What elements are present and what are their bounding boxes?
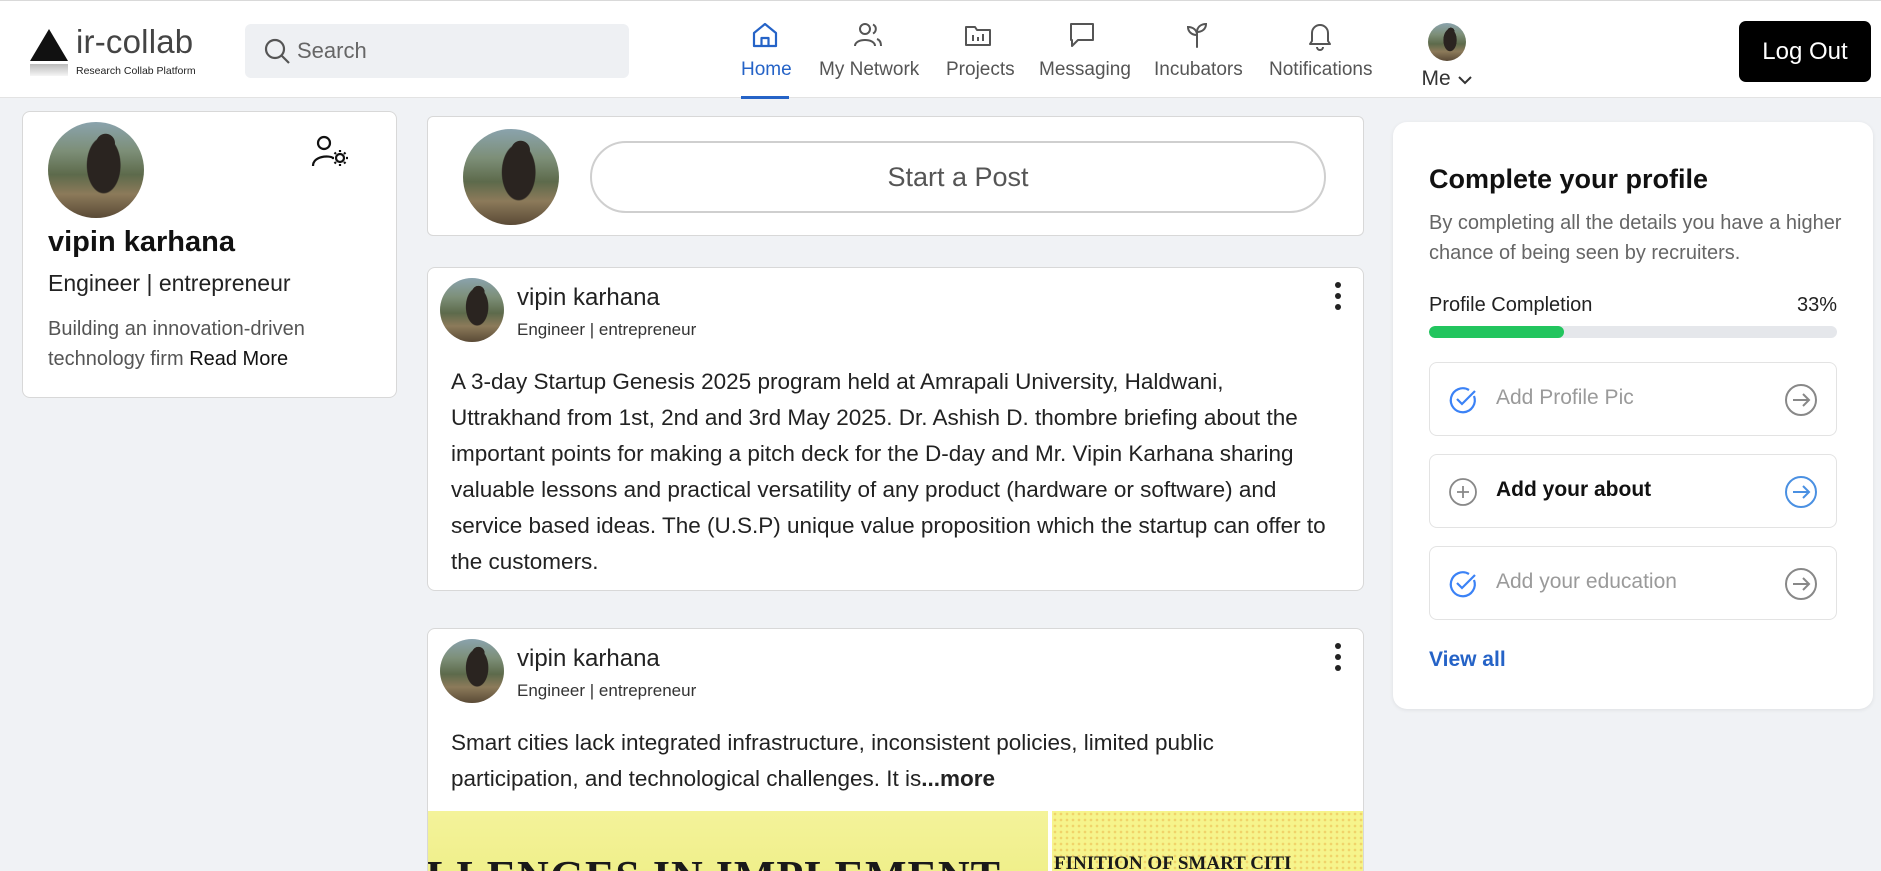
profile-title: Engineer | entrepreneur bbox=[48, 270, 291, 296]
me-menu[interactable]: Me bbox=[1417, 23, 1477, 99]
complete-profile-card: Complete your profile By completing all … bbox=[1393, 122, 1873, 709]
post-author-avatar[interactable] bbox=[440, 639, 504, 703]
item-label: Add your education bbox=[1496, 570, 1677, 593]
post-text: Smart cities lack integrated infrastruct… bbox=[451, 725, 1331, 797]
arrow-right-circle-icon[interactable] bbox=[1784, 383, 1818, 417]
more-options-icon[interactable] bbox=[1331, 282, 1345, 316]
post-image[interactable]: LLENGES IN IMPLEMENT bbox=[428, 811, 1048, 871]
nav-home[interactable]: Home bbox=[741, 19, 792, 99]
nav-projects-label: Projects bbox=[946, 59, 1015, 80]
me-label: Me bbox=[1417, 67, 1477, 91]
me-avatar bbox=[1428, 23, 1466, 61]
view-all-link[interactable]: View all bbox=[1429, 648, 1506, 672]
post-composer: Start a Post bbox=[427, 116, 1364, 236]
progress-label: Profile Completion bbox=[1429, 294, 1593, 316]
progress-percent: 33% bbox=[1796, 294, 1837, 316]
nav-my-network-label: My Network bbox=[819, 59, 920, 80]
nav-notifications[interactable]: Notifications bbox=[1269, 19, 1373, 99]
nav-messaging[interactable]: Messaging bbox=[1039, 19, 1131, 99]
post-image-text: FINITION OF SMART CITI bbox=[1054, 853, 1292, 871]
nav-messaging-label: Messaging bbox=[1039, 59, 1131, 80]
post-image[interactable]: FINITION OF SMART CITI bbox=[1052, 811, 1363, 871]
nav-incubators-label: Incubators bbox=[1154, 59, 1243, 80]
profile-bio: Building an innovation-driven technology… bbox=[48, 314, 378, 374]
nav-home-label: Home bbox=[741, 59, 792, 80]
add-education-item[interactable]: Add your education bbox=[1429, 546, 1837, 620]
user-settings-icon[interactable] bbox=[311, 134, 351, 170]
post-author-subtitle: Engineer | entrepreneur bbox=[517, 681, 697, 700]
logout-button[interactable]: Log Out bbox=[1739, 21, 1871, 82]
chat-icon bbox=[1070, 23, 1094, 47]
progress-bar-fill bbox=[1429, 326, 1564, 338]
nav-notifications-label: Notifications bbox=[1269, 59, 1373, 80]
more-options-icon[interactable] bbox=[1331, 643, 1345, 677]
post-author-name[interactable]: vipin karhana bbox=[517, 284, 660, 312]
users-icon bbox=[854, 23, 882, 47]
progress-bar bbox=[1429, 326, 1837, 338]
item-label: Add your about bbox=[1496, 478, 1652, 501]
check-circle-icon bbox=[1449, 387, 1476, 414]
plus-circle-icon bbox=[1449, 478, 1477, 506]
read-more-link[interactable]: Read More bbox=[189, 348, 288, 370]
nav-incubators[interactable]: Incubators bbox=[1154, 19, 1243, 99]
post-author-avatar[interactable] bbox=[440, 278, 504, 342]
start-post-button[interactable]: Start a Post bbox=[590, 141, 1326, 213]
search-icon bbox=[264, 38, 290, 64]
post-author-name[interactable]: vipin karhana bbox=[517, 645, 660, 673]
app-logo[interactable]: ir-collab Research Collab Platform bbox=[30, 23, 200, 81]
avatar[interactable] bbox=[48, 122, 144, 218]
bell-icon bbox=[1309, 24, 1331, 51]
folder-icon bbox=[965, 26, 991, 46]
complete-profile-description: By completing all the details you have a… bbox=[1429, 212, 1842, 264]
feed-post: vipin karhana Engineer | entrepreneur Sm… bbox=[427, 628, 1364, 871]
nav-my-network[interactable]: My Network bbox=[819, 19, 920, 99]
post-text: A 3-day Startup Genesis 2025 program hel… bbox=[451, 369, 1326, 574]
logo-triangle-icon bbox=[30, 29, 68, 61]
logo-reflection bbox=[30, 64, 68, 76]
search-input[interactable] bbox=[297, 24, 617, 78]
sprout-icon bbox=[1186, 22, 1208, 48]
add-about-item[interactable]: Add your about bbox=[1429, 454, 1837, 528]
logo-text: ir-collab bbox=[76, 23, 194, 60]
add-profile-pic-item[interactable]: Add Profile Pic bbox=[1429, 362, 1837, 436]
check-circle-icon bbox=[1449, 571, 1476, 598]
feed-post: vipin karhana Engineer | entrepreneur A … bbox=[427, 267, 1364, 591]
search-box[interactable] bbox=[245, 24, 629, 78]
arrow-right-circle-icon[interactable] bbox=[1784, 475, 1818, 509]
post-author-subtitle: Engineer | entrepreneur bbox=[517, 320, 697, 339]
top-navbar: ir-collab Research Collab Platform Home … bbox=[0, 0, 1881, 99]
profile-card: vipin karhana Engineer | entrepreneur Bu… bbox=[22, 111, 397, 398]
item-label: Add Profile Pic bbox=[1496, 386, 1634, 409]
post-text-body: Smart cities lack integrated infrastruct… bbox=[451, 730, 1214, 791]
composer-avatar bbox=[463, 129, 559, 225]
profile-name: vipin karhana bbox=[48, 226, 235, 258]
home-icon bbox=[752, 22, 778, 48]
post-image-text: LLENGES IN IMPLEMENT bbox=[428, 851, 1001, 871]
logo-subtitle: Research Collab Platform bbox=[76, 65, 196, 77]
see-more-link[interactable]: ...more bbox=[921, 766, 995, 791]
arrow-right-circle-icon[interactable] bbox=[1784, 567, 1818, 601]
me-label-text: Me bbox=[1421, 67, 1451, 90]
nav-projects[interactable]: Projects bbox=[946, 19, 1015, 99]
chevron-down-icon bbox=[1457, 76, 1472, 85]
complete-profile-title: Complete your profile bbox=[1429, 164, 1709, 194]
